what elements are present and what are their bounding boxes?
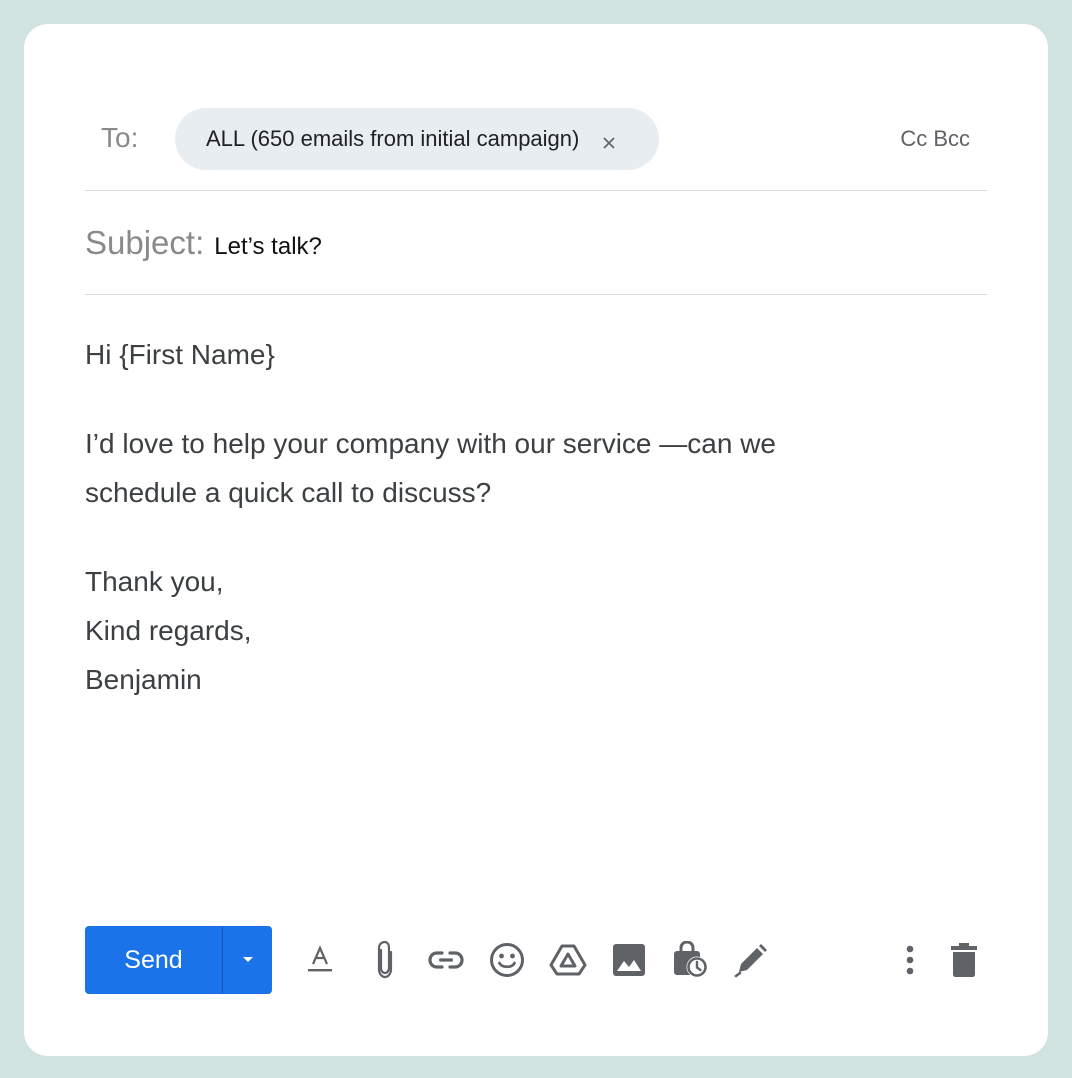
link-icon[interactable] xyxy=(426,940,466,980)
subject-field[interactable]: Subject: Let’s talk? xyxy=(85,224,322,262)
subject-label: Subject: xyxy=(85,224,205,261)
divider xyxy=(85,190,987,191)
message-line: schedule a quick call to discuss? xyxy=(85,477,492,508)
divider xyxy=(85,294,987,295)
signature-icon[interactable] xyxy=(731,940,771,980)
send-button-group: Send xyxy=(85,926,272,994)
attach-icon[interactable] xyxy=(365,940,405,980)
more-options-icon[interactable] xyxy=(890,940,930,980)
recipient-chip[interactable]: ALL (650 emails from initial campaign) xyxy=(175,108,660,170)
subject-value[interactable]: Let’s talk? xyxy=(214,233,322,261)
send-options-button[interactable] xyxy=(223,926,272,994)
closing-line: Kind regards, xyxy=(85,615,252,646)
to-label: To: xyxy=(101,122,139,153)
confidential-icon[interactable] xyxy=(670,940,710,980)
closing-line: Thank you, xyxy=(85,566,224,597)
to-row: To: ALL (650 emails from initial campaig… xyxy=(85,108,987,170)
formatting-icon[interactable] xyxy=(300,940,340,980)
discard-icon[interactable] xyxy=(944,940,984,980)
emoji-icon[interactable] xyxy=(487,940,527,980)
chevron-down-icon xyxy=(241,951,255,969)
greeting-line: Hi {First Name} xyxy=(85,339,275,370)
compose-toolbar: Send xyxy=(85,926,987,994)
photo-icon[interactable] xyxy=(609,940,649,980)
message-line: I’d love to help your company with our s… xyxy=(85,428,776,459)
send-button[interactable]: Send xyxy=(85,926,223,994)
message-body[interactable]: Hi {First Name} I’d love to help your co… xyxy=(85,330,965,704)
cc-bcc-link[interactable]: Cc Bcc xyxy=(900,126,970,152)
drive-icon[interactable] xyxy=(548,940,588,980)
signature-line: Benjamin xyxy=(85,664,202,695)
recipient-chip-label: ALL (650 emails from initial campaign) xyxy=(206,126,580,151)
close-icon[interactable] xyxy=(601,131,617,149)
